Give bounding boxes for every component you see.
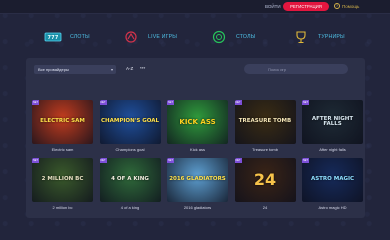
- game-logo-text: ELECTRIC SAM: [40, 118, 85, 125]
- game-logo-text: KICK ASS: [179, 117, 216, 126]
- live-games-icon: [122, 30, 140, 44]
- game-logo-text: ASTRO MAGIC: [310, 176, 355, 183]
- tables-icon: [210, 30, 228, 44]
- help-link[interactable]: ? Помощь: [334, 3, 359, 9]
- game-caption: After night falls: [319, 147, 346, 152]
- game-card[interactable]: NET 4 OF A KING 4 of a king: [99, 158, 161, 211]
- game-logo-text: CHAMPION'S GOAL: [100, 118, 160, 125]
- provider-badge: NET: [99, 100, 107, 105]
- nav-item-slots[interactable]: 777 СЛОТЫ: [44, 30, 90, 44]
- game-card[interactable]: NET AFTER NIGHT FALLS After night falls: [302, 100, 363, 153]
- game-card[interactable]: NET 2016 GLADIATORS 2016 gladiators: [167, 158, 228, 211]
- provider-badge: NET: [99, 158, 107, 163]
- game-caption: Champions goal: [115, 147, 145, 152]
- nav-item-tournaments[interactable]: ТУРНИРЫ: [292, 30, 345, 44]
- nav-label-slots: СЛОТЫ: [70, 34, 90, 40]
- svg-text:777: 777: [47, 35, 58, 41]
- game-logo-text: 2016 GLADIATORS: [169, 176, 226, 183]
- provider-badge: NET: [302, 158, 309, 163]
- filter-row: Все провайдеры ▾ A-Z *** Поиск игр: [34, 64, 357, 74]
- tournaments-icon: [292, 30, 310, 44]
- game-thumbnail[interactable]: NET ELECTRIC SAM: [32, 100, 93, 144]
- provider-badge: NET: [167, 158, 174, 163]
- help-label: Помощь: [342, 3, 360, 9]
- game-card[interactable]: NET ELECTRIC SAM Electric sam: [32, 100, 93, 153]
- sort-az-button[interactable]: A-Z: [126, 66, 133, 71]
- game-thumbnail[interactable]: NET TREASURE TOMB: [234, 100, 296, 144]
- provider-badge: NET: [302, 100, 309, 105]
- game-caption: Astro magic HD: [318, 205, 347, 210]
- game-logo-text: 4 OF A KING: [111, 176, 149, 183]
- provider-badge: NET: [234, 158, 242, 163]
- game-thumbnail[interactable]: NET 2016 GLADIATORS: [167, 158, 228, 202]
- game-caption: 4 of a king: [120, 205, 140, 210]
- game-caption: Kick ass: [190, 147, 205, 152]
- search-placeholder: Поиск игр: [268, 66, 287, 72]
- game-caption: Electric sam: [51, 147, 74, 152]
- game-caption: Treasure tomb: [252, 147, 278, 152]
- provider-badge: NET: [234, 100, 242, 105]
- games-grid: NET ELECTRIC SAM Electric sam NET CHAMPION'S…: [32, 100, 363, 211]
- game-card[interactable]: NET 2 MILLION BC 2 million bc: [32, 158, 93, 211]
- game-thumbnail[interactable]: NET 4 OF A KING: [99, 158, 161, 202]
- game-thumbnail[interactable]: NET AFTER NIGHT FALLS: [302, 100, 363, 144]
- nav-item-live[interactable]: LIVE ИГРЫ: [122, 30, 177, 44]
- game-card[interactable]: NET TREASURE TOMB Treasure tomb: [234, 100, 296, 153]
- game-card[interactable]: NET 24 24: [234, 158, 296, 211]
- game-thumbnail[interactable]: NET ASTRO MAGIC: [302, 158, 363, 202]
- game-thumbnail[interactable]: NET 24: [234, 158, 296, 202]
- register-button[interactable]: РЕГИСТРАЦИЯ: [283, 2, 329, 11]
- sort-rating-button[interactable]: ***: [140, 66, 145, 71]
- game-card[interactable]: NET ASTRO MAGIC Astro magic HD: [302, 158, 363, 211]
- nav-label-tournaments: ТУРНИРЫ: [318, 34, 345, 40]
- game-caption: 24: [262, 205, 268, 210]
- provider-select-value: Все провайдеры: [38, 67, 69, 72]
- game-thumbnail[interactable]: NET 2 MILLION BC: [32, 158, 93, 202]
- chevron-down-icon: ▾: [110, 67, 113, 72]
- provider-badge: NET: [32, 100, 39, 105]
- game-caption: 2016 gladiators: [183, 205, 212, 210]
- games-panel: Все провайдеры ▾ A-Z *** Поиск игр NET EL…: [26, 58, 365, 218]
- game-thumbnail[interactable]: NET KICK ASS: [167, 100, 228, 144]
- top-bar: ВОЙТИ РЕГИСТРАЦИЯ ? Помощь: [0, 0, 390, 14]
- game-caption: 2 million bc: [52, 205, 73, 210]
- game-logo-text: 24: [253, 170, 277, 189]
- main-nav: 777 СЛОТЫ LIVE ИГРЫ СТОЛЫ ТУРНИРЫ: [0, 24, 390, 52]
- provider-badge: NET: [167, 100, 174, 105]
- question-icon: ?: [334, 3, 340, 9]
- nav-label-live: LIVE ИГРЫ: [148, 34, 178, 40]
- slots-logo-icon: 777: [44, 30, 62, 44]
- game-card[interactable]: NET KICK ASS Kick ass: [167, 100, 228, 153]
- nav-item-tables[interactable]: СТОЛЫ: [210, 30, 255, 44]
- nav-label-tables: СТОЛЫ: [236, 34, 256, 40]
- game-logo-text: 2 MILLION BC: [41, 176, 84, 183]
- provider-badge: NET: [32, 158, 39, 163]
- game-card[interactable]: NET CHAMPION'S GOAL Champions goal: [99, 100, 161, 153]
- game-thumbnail[interactable]: NET CHAMPION'S GOAL: [99, 100, 161, 144]
- game-logo-text: AFTER NIGHT FALLS: [311, 115, 354, 127]
- provider-select[interactable]: Все провайдеры ▾: [34, 65, 116, 74]
- search-input[interactable]: Поиск игр: [244, 64, 348, 74]
- login-link[interactable]: ВОЙТИ: [265, 4, 281, 9]
- game-logo-text: TREASURE TOMB: [238, 118, 292, 125]
